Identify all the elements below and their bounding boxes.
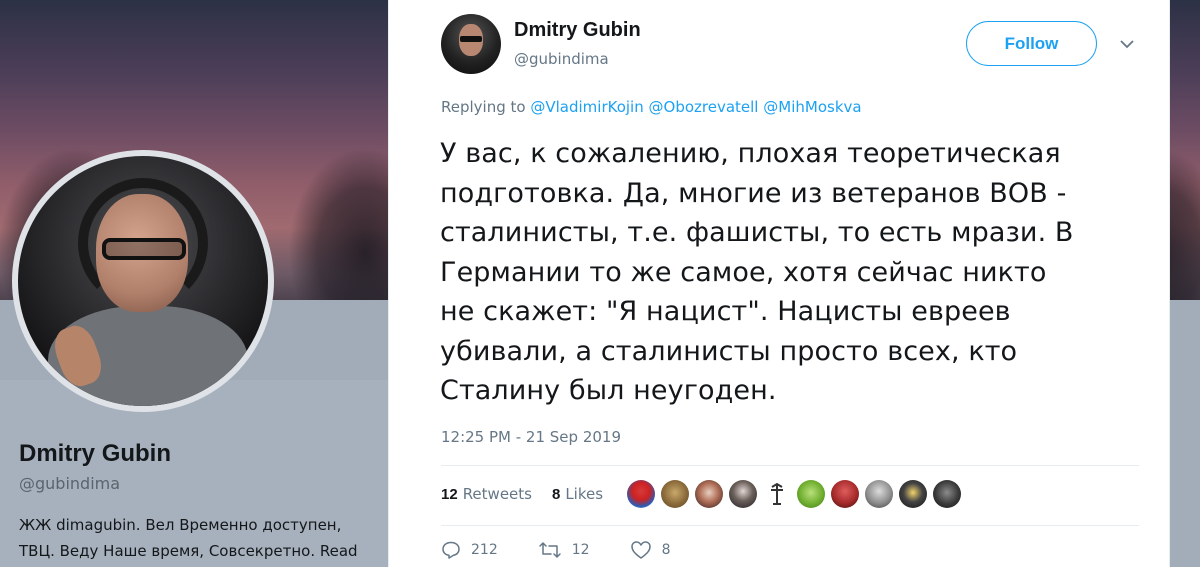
retweet-count: 12 [571, 542, 590, 558]
reply-count: 212 [471, 542, 498, 558]
profile-name: Dmitry Gubin [19, 440, 172, 467]
tweet-text-line: У вас, к сожалению, плохая теоретическая [440, 138, 1061, 169]
reply-button[interactable]: 212 [441, 540, 498, 560]
tweet-card: Dmitry Gubin @gubindima Follow Replying … [388, 0, 1170, 567]
liker-avatar[interactable] [661, 480, 689, 508]
tweet-actions: 212 12 8 [441, 540, 710, 560]
tweet-text-line: убивали, а сталинисты просто всех, кто [440, 335, 1018, 367]
liker-avatar[interactable] [865, 480, 893, 508]
replying-prefix: Replying to [441, 98, 526, 116]
profile-bio-line: ЖЖ dimagubin. Вел Временно доступен, [19, 516, 342, 534]
liker-avatar[interactable] [627, 480, 655, 508]
reply-mention-link[interactable]: @VladimirKojin [530, 98, 643, 116]
chevron-down-icon[interactable] [1117, 34, 1137, 54]
liker-avatar[interactable] [797, 480, 825, 508]
reply-mention-link[interactable]: @MihMoskva [763, 98, 861, 116]
likes-count[interactable]: 8 [552, 486, 560, 503]
tweet-stats: 12 Retweets 8 Likes [441, 485, 603, 503]
liker-avatar[interactable] [729, 480, 757, 508]
liker-avatars [627, 480, 961, 508]
profile-avatar[interactable] [12, 150, 274, 412]
divider [441, 465, 1139, 466]
tweet-author-avatar[interactable] [441, 14, 501, 74]
liker-avatar[interactable] [831, 480, 859, 508]
retweet-icon [538, 540, 562, 560]
liker-avatar[interactable] [933, 480, 961, 508]
like-count: 8 [661, 542, 671, 558]
replying-to-line: Replying to @VladimirKojin @Obozrevatell… [441, 98, 862, 116]
liker-avatar[interactable] [695, 480, 723, 508]
tweet-text-line: не скажет: "Я нацист". Нацисты евреев [440, 296, 1011, 327]
heart-icon [630, 540, 652, 560]
reply-mention-link[interactable]: @Obozrevatell [649, 98, 759, 116]
tweet-timestamp[interactable]: 12:25 PM - 21 Sep 2019 [441, 428, 621, 446]
profile-handle: @gubindima [19, 474, 121, 493]
liker-avatar[interactable] [899, 480, 927, 508]
reply-icon [441, 540, 461, 560]
tweet-text-line: сталинисты, т.е. фашисты, то есть мрази.… [440, 217, 1074, 248]
tweet-author-name[interactable]: Dmitry Gubin [514, 19, 641, 42]
likes-label[interactable]: Likes [565, 485, 603, 503]
liker-avatar[interactable] [763, 480, 791, 508]
divider [441, 525, 1139, 526]
retweets-count[interactable]: 12 [441, 486, 458, 503]
follow-button[interactable]: Follow [966, 21, 1097, 66]
tweet-text-line: Германии то же самое, хотя сейчас никто [440, 256, 1047, 288]
like-button[interactable]: 8 [630, 540, 671, 560]
tweet-text: У вас, к сожалению, плохая теоретическая… [440, 134, 1140, 411]
tweet-text-line: подготовка. Да, многие из ветеранов ВОВ … [440, 177, 1067, 209]
profile-bio: ЖЖ dimagubin. Вел Временно доступен, ТВЦ… [19, 512, 379, 564]
profile-bio-line: ТВЦ. Веду Наше время, Совсекретно. Read [19, 542, 358, 560]
retweet-button[interactable]: 12 [538, 540, 590, 560]
tweet-text-line: Сталину был неугоден. [440, 375, 777, 406]
retweets-label[interactable]: Retweets [463, 485, 532, 503]
tweet-author-handle[interactable]: @gubindima [514, 50, 609, 68]
